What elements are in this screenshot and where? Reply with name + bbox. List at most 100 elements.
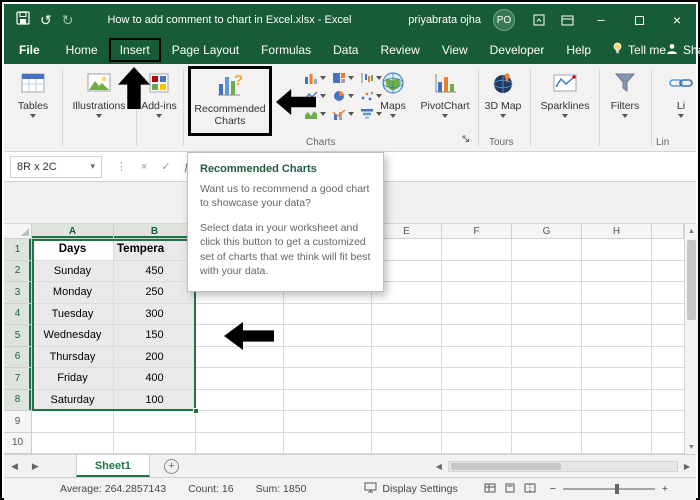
cell-a8[interactable]: Saturday xyxy=(32,389,114,411)
cell[interactable] xyxy=(652,304,684,325)
area-chart-button[interactable] xyxy=(304,108,326,120)
maximize-button[interactable] xyxy=(620,4,658,36)
cell-b6[interactable]: 200 xyxy=(114,346,196,368)
cell[interactable] xyxy=(512,346,582,368)
page-layout-view-icon[interactable] xyxy=(504,483,516,496)
3d-map-button[interactable]: 3D Map xyxy=(483,68,523,144)
scroll-left-icon[interactable]: ◀ xyxy=(430,462,448,471)
cell[interactable] xyxy=(652,347,684,368)
redo-icon[interactable]: ↻ xyxy=(62,12,74,29)
vertical-scrollbar[interactable]: ▲ ▼ xyxy=(684,224,698,454)
cell[interactable] xyxy=(372,325,442,347)
row-header[interactable]: 6 xyxy=(4,346,32,368)
cell[interactable] xyxy=(284,368,372,390)
cell[interactable] xyxy=(442,432,512,454)
cell-b1[interactable]: Tempera xyxy=(114,239,196,261)
cell[interactable] xyxy=(582,389,652,411)
recommended-charts-button[interactable]: ? Recommended Charts xyxy=(188,66,272,136)
sparklines-button[interactable]: Sparklines xyxy=(535,68,595,144)
cell[interactable] xyxy=(196,303,284,325)
row-header[interactable]: 4 xyxy=(4,303,32,325)
cell[interactable] xyxy=(284,325,372,347)
scroll-right-icon[interactable]: ▶ xyxy=(678,462,696,471)
cell[interactable] xyxy=(196,411,284,433)
row-header[interactable]: 1 xyxy=(4,239,32,261)
row-header[interactable]: 10 xyxy=(4,432,32,454)
cell[interactable] xyxy=(582,411,652,433)
cell[interactable] xyxy=(32,411,114,433)
cell[interactable] xyxy=(372,346,442,368)
link-button[interactable]: Li xyxy=(656,68,696,144)
cell-b3[interactable]: 250 xyxy=(114,282,196,304)
pie-chart-button[interactable] xyxy=(332,90,354,102)
cell[interactable] xyxy=(442,239,512,261)
tab-data[interactable]: Data xyxy=(322,38,369,62)
tab-review[interactable]: Review xyxy=(369,38,430,62)
cell-b5[interactable]: 150 xyxy=(114,325,196,347)
cell[interactable] xyxy=(652,282,684,304)
cell[interactable] xyxy=(196,432,284,454)
cell-a4[interactable]: Tuesday xyxy=(32,303,114,325)
row-header[interactable]: 9 xyxy=(4,411,32,433)
tab-file[interactable]: File xyxy=(4,38,55,62)
cell[interactable] xyxy=(512,303,582,325)
zoom-in-icon[interactable]: + xyxy=(662,483,668,495)
filters-button[interactable]: Filters xyxy=(603,68,647,144)
sheet-nav-left-icon[interactable]: ◀ xyxy=(4,461,25,472)
cell[interactable] xyxy=(512,325,582,347)
cell[interactable] xyxy=(652,325,684,347)
cell[interactable] xyxy=(652,239,684,261)
sheet-tab-sheet1[interactable]: Sheet1 xyxy=(75,455,150,477)
cell-a7[interactable]: Friday xyxy=(32,368,114,390)
cell-a3[interactable]: Monday xyxy=(32,282,114,304)
horizontal-scrollbar-track[interactable] xyxy=(447,460,678,472)
scroll-up-icon[interactable]: ▲ xyxy=(685,224,698,238)
cell[interactable] xyxy=(582,325,652,347)
cell-b2[interactable]: 450 xyxy=(114,260,196,282)
sheet-nav-right-icon[interactable]: ▶ xyxy=(25,461,46,472)
add-ins-button[interactable]: Add-ins xyxy=(140,68,178,144)
cell[interactable] xyxy=(284,389,372,411)
cell[interactable] xyxy=(652,411,684,433)
save-icon[interactable] xyxy=(16,10,30,30)
zoom-out-icon[interactable]: − xyxy=(550,483,556,495)
cell[interactable] xyxy=(372,432,442,454)
cell[interactable] xyxy=(284,432,372,454)
cell[interactable] xyxy=(284,303,372,325)
cell[interactable] xyxy=(114,432,196,454)
undo-icon[interactable]: ↺ xyxy=(40,12,52,29)
cell[interactable] xyxy=(512,282,582,304)
cell[interactable] xyxy=(32,432,114,454)
cell[interactable] xyxy=(582,282,652,304)
cell[interactable] xyxy=(582,432,652,454)
column-header-a[interactable]: A xyxy=(32,224,114,239)
tell-me[interactable]: Tell me xyxy=(612,42,666,58)
avatar[interactable]: PO xyxy=(493,9,515,31)
cell[interactable] xyxy=(582,368,652,390)
cell-a6[interactable]: Thursday xyxy=(32,346,114,368)
cell[interactable] xyxy=(442,282,512,304)
cell[interactable] xyxy=(582,239,652,261)
cell[interactable] xyxy=(442,346,512,368)
cell[interactable] xyxy=(442,325,512,347)
cell[interactable] xyxy=(442,368,512,390)
cell[interactable] xyxy=(512,432,582,454)
scroll-down-icon[interactable]: ▼ xyxy=(685,440,698,454)
row-header[interactable]: 3 xyxy=(4,282,32,304)
cell[interactable] xyxy=(512,239,582,261)
cell[interactable] xyxy=(652,390,684,411)
zoom-slider[interactable] xyxy=(562,484,655,494)
normal-view-icon[interactable] xyxy=(484,483,496,496)
enter-check-icon[interactable]: ✓ xyxy=(161,160,170,173)
row-header[interactable]: 8 xyxy=(4,389,32,411)
share-button[interactable]: Share xyxy=(666,43,700,58)
cancel-icon[interactable]: × xyxy=(141,161,147,173)
zoom-slider-thumb[interactable] xyxy=(614,484,619,494)
column-header-h[interactable]: H xyxy=(582,224,652,239)
tab-page-layout[interactable]: Page Layout xyxy=(161,38,250,62)
combo-chart-button[interactable] xyxy=(332,108,354,120)
cell[interactable] xyxy=(652,368,684,390)
cell[interactable] xyxy=(512,260,582,282)
cell-a2[interactable]: Sunday xyxy=(32,260,114,282)
horizontal-scrollbar-thumb[interactable] xyxy=(450,462,561,470)
